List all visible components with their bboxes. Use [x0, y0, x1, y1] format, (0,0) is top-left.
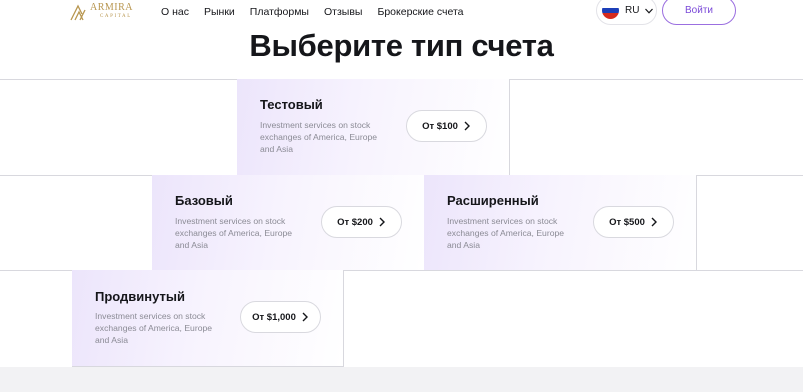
price-label: От $500 [609, 216, 645, 228]
card-title: Расширенный [447, 193, 539, 208]
grid-divider [343, 270, 344, 366]
card-title: Продвинутый [95, 289, 185, 304]
account-card-test: Тестовый Investment services on stock ex… [237, 79, 509, 175]
grid-divider [509, 79, 510, 175]
card-description: Investment services on stock exchanges o… [447, 216, 565, 250]
chevron-right-icon [464, 121, 470, 131]
logo-subtitle: CAPITAL [100, 14, 132, 19]
language-code: RU [625, 5, 640, 16]
page-title: Выберите тип счета [249, 28, 554, 63]
card-title: Тестовый [260, 97, 323, 112]
chevron-right-icon [302, 312, 308, 322]
account-card-basic: Базовый Investment services on stock exc… [152, 175, 424, 270]
nav-item-brokerage-accounts[interactable]: Брокерские счета [377, 6, 463, 18]
price-label: От $200 [337, 216, 373, 228]
chevron-down-icon [645, 8, 654, 14]
russia-flag-icon [602, 2, 619, 19]
card-title: Базовый [175, 193, 233, 208]
card-description: Investment services on stock exchanges o… [95, 311, 213, 345]
account-card-advanced: Продвинутый Investment services on stock… [72, 270, 343, 366]
chevron-right-icon [379, 217, 385, 227]
account-card-extended: Расширенный Investment services on stock… [424, 175, 696, 270]
nav-item-markets[interactable]: Рынки [204, 6, 235, 18]
price-label: От $1,000 [252, 311, 296, 323]
card-description: Investment services on stock exchanges o… [260, 120, 378, 154]
price-button-500[interactable]: От $500 [593, 206, 674, 238]
main-nav: О нас Рынки Платформы Отзывы Брокерские … [161, 6, 479, 18]
nav-item-reviews[interactable]: Отзывы [324, 6, 362, 18]
logo-name: ARMIRA [90, 2, 134, 13]
footer-band [0, 367, 803, 392]
price-label: От $100 [422, 120, 458, 132]
language-selector[interactable]: RU [596, 0, 657, 25]
chevron-right-icon [651, 217, 657, 227]
grid-divider [696, 175, 697, 270]
nav-item-about[interactable]: О нас [161, 6, 189, 18]
price-button-200[interactable]: От $200 [321, 206, 402, 238]
login-button[interactable]: Войти [662, 0, 736, 25]
logo[interactable]: ARMIRA CAPITAL [70, 3, 133, 21]
card-description: Investment services on stock exchanges o… [175, 216, 293, 250]
price-button-100[interactable]: От $100 [406, 110, 487, 142]
nav-item-platforms[interactable]: Платформы [250, 6, 309, 18]
armira-logo-icon [70, 4, 86, 21]
price-button-1000[interactable]: От $1,000 [240, 301, 321, 333]
